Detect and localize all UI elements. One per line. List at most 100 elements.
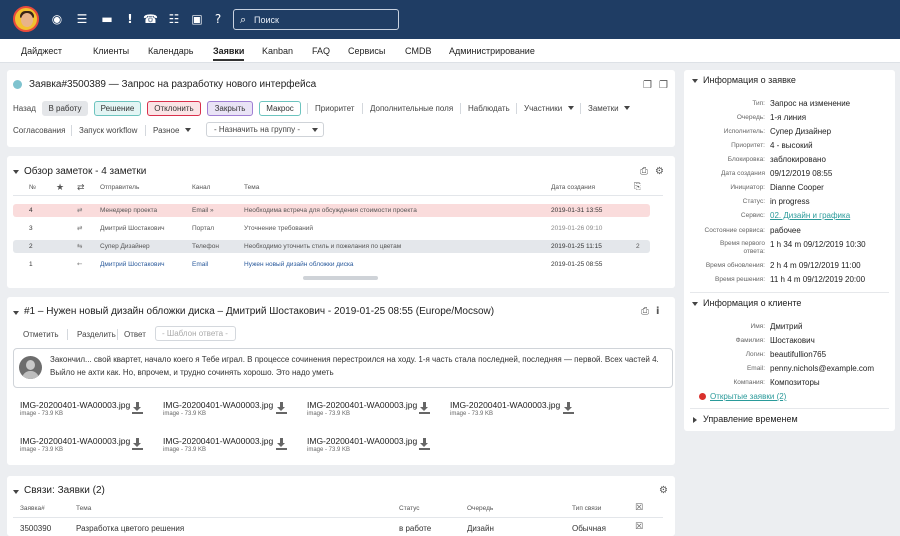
question-icon[interactable]: ? [211,11,225,27]
list-icon[interactable]: ☰ [75,11,89,27]
customer-info-title: Информация о клиенте [703,298,802,308]
attachment-name[interactable]: IMG-20200401-WA00003.jpg [20,436,130,446]
watch-link[interactable]: Наблюдать [468,104,510,113]
attachment-name[interactable]: IMG-20200401-WA00003.jpg [163,436,273,446]
collapse-icon[interactable] [692,302,698,306]
reply-template-select[interactable]: - Шаблон ответа - [155,326,236,341]
misc-menu[interactable]: Разное [153,126,179,135]
nav-admin[interactable]: Администрирование [449,46,535,56]
attachment-name[interactable]: IMG-20200401-WA00003.jpg [163,400,273,410]
folder-icon[interactable]: ▬ [100,11,114,27]
col-sender[interactable]: Отправитель [100,184,139,191]
download-icon[interactable] [276,438,287,450]
table-row[interactable]: 3 ⇄ Дмитрий Шостакович Портал Уточнение … [13,222,650,235]
col-link-type[interactable]: Тип связи [572,505,601,512]
divider [13,517,663,518]
gear-icon[interactable]: ⚙ [655,166,664,177]
trash-icon[interactable]: ☒ [635,522,643,532]
collapse-icon[interactable] [13,170,19,174]
col-subject[interactable]: Тема [76,505,91,512]
info-value: Шостакович [770,336,815,345]
link-ticket-number[interactable]: 3500390 [20,523,51,535]
table-row[interactable]: 4 ⇄ Менеджер проекта Email » Необходима … [13,204,650,217]
download-icon[interactable] [132,438,143,450]
phone-icon[interactable]: ☎ [143,11,158,27]
user-avatar[interactable] [13,6,39,32]
search-input[interactable] [254,12,394,27]
nav-calendar[interactable]: Календарь [148,46,193,56]
download-icon[interactable] [132,402,143,414]
exclamation-icon[interactable]: ! [123,11,137,27]
horizontal-scrollbar[interactable] [303,276,378,280]
expand-icon[interactable] [693,417,697,423]
service-link[interactable]: 02. Дизайн и графика [770,211,850,220]
extra-fields-link[interactable]: Дополнительные поля [370,104,453,113]
open-tickets-link[interactable]: Открытые заявки (2) [710,392,786,401]
divider [362,103,363,114]
col-ticket[interactable]: Заявка# [20,505,45,512]
reject-button[interactable]: Отклонить [147,101,201,116]
col-queue[interactable]: Очередь [467,505,493,512]
row-num: 4 [29,207,33,214]
print-icon[interactable]: ⎙ [641,306,649,317]
collapse-icon[interactable] [13,490,19,494]
nav-digest[interactable]: Дайджест [21,46,62,56]
attachment-name[interactable]: IMG-20200401-WA00003.jpg [307,436,417,446]
info-key: Email: [746,365,765,372]
attachment-name[interactable]: IMG-20200401-WA00003.jpg [307,400,417,410]
link-subject[interactable]: Разработка цветого решения [76,523,184,535]
nav-cmdb[interactable]: CMDB [405,46,432,56]
main-nav: Дайджест Клиенты Календарь Заявки Kanban… [0,39,900,63]
back-link[interactable]: Назад [13,104,36,113]
col-num[interactable]: № [29,184,36,191]
workflow-link[interactable]: Запуск workflow [79,126,137,135]
reply-link[interactable]: Ответ [124,330,146,339]
nav-clients[interactable]: Клиенты [93,46,129,56]
nav-services[interactable]: Сервисы [348,46,385,56]
collapse-icon[interactable] [692,79,698,83]
col-subject[interactable]: Тема [244,184,259,191]
info-value: beautifullion765 [770,350,827,359]
table-row[interactable]: 2 ⇆ Супер Дизайнер Телефон Необходимо ут… [13,240,650,253]
gear-icon[interactable]: ⚙ [659,485,668,496]
priority-link[interactable]: Приоритет [315,104,354,113]
lock-icon[interactable]: ▣ [190,11,204,27]
col-date[interactable]: Дата создания [551,184,595,191]
solution-button[interactable]: Решение [94,101,141,116]
search-box[interactable]: ⌕ [233,9,399,30]
macros-button[interactable]: Макрос [259,101,301,116]
attachment-name[interactable]: IMG-20200401-WA00003.jpg [20,400,130,410]
download-icon[interactable] [276,402,287,414]
nav-faq[interactable]: FAQ [312,46,330,56]
chevron-down-icon [185,128,191,132]
copy-alt-icon[interactable]: ❐ [659,80,668,91]
col-status[interactable]: Статус [399,505,420,512]
info-icon[interactable]: i [656,306,659,317]
download-icon[interactable] [563,402,574,414]
participants-menu[interactable]: Участники [524,104,562,113]
divider [580,103,581,114]
nav-kanban[interactable]: Kanban [262,46,293,56]
approvals-link[interactable]: Согласования [13,126,65,135]
copy-icon[interactable]: ❐ [643,80,652,91]
notes-overview-title: Обзор заметок - 4 заметки [24,166,147,177]
split-link[interactable]: Разделить [77,330,116,339]
eye-icon[interactable]: ◉ [50,11,64,27]
print-icon[interactable]: ⎙ [640,166,648,177]
attachment-name[interactable]: IMG-20200401-WA00003.jpg [450,400,560,410]
in-work-button[interactable]: В работу [42,101,88,116]
sitemap-icon[interactable]: ☷ [167,11,181,27]
assign-group-select[interactable]: - Назначить на группу - [206,122,324,137]
notes-menu[interactable]: Заметки [588,104,619,113]
mark-link[interactable]: Отметить [23,330,59,339]
nav-tickets[interactable]: Заявки [213,46,245,61]
close-button[interactable]: Закрыть [207,101,253,116]
ticket-title: Заявка#3500389 — Запрос на разработку но… [29,79,317,90]
col-channel[interactable]: Канал [192,184,210,191]
table-row[interactable]: 1 ← Дмитрий Шостакович Email Нужен новый… [13,258,650,271]
time-management-title[interactable]: Управление временем [703,414,798,424]
download-icon[interactable] [419,438,430,450]
download-icon[interactable] [419,402,430,414]
collapse-icon[interactable] [13,311,19,315]
info-key: Дата создания [720,170,765,177]
